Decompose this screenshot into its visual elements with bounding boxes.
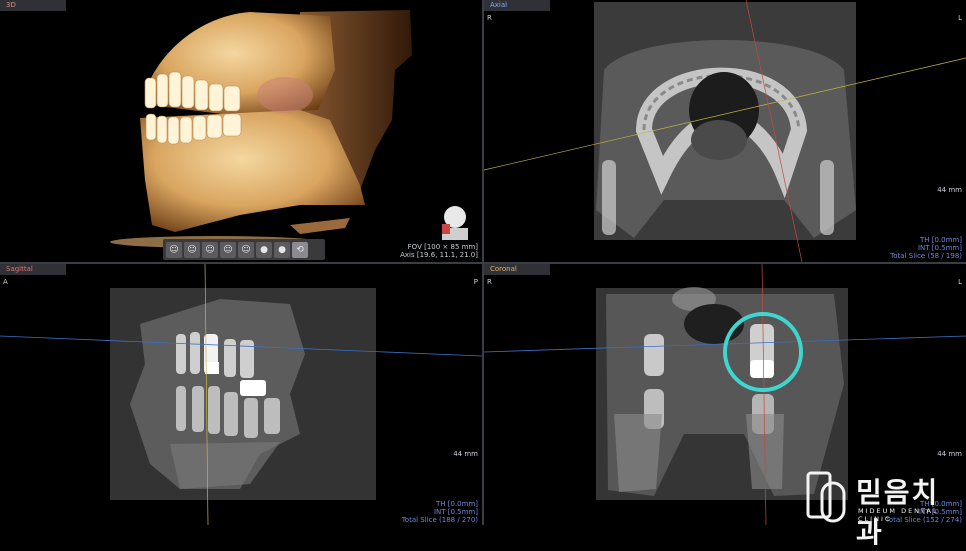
axial-th: TH [0.0mm] bbox=[920, 236, 962, 244]
face-front-left-icon[interactable]: ☺ bbox=[184, 241, 200, 258]
scale-sagittal: 44 mm bbox=[453, 450, 478, 458]
reset-view-icon[interactable]: ⟲ bbox=[292, 241, 308, 258]
face-front-right-icon[interactable]: ☺ bbox=[220, 241, 236, 258]
axial-info: TH [0.0mm] INT [0.5mm] Total Slice (58 /… bbox=[890, 236, 962, 260]
sagittal-ct-image bbox=[0, 264, 482, 525]
head-top-icon[interactable]: ● bbox=[256, 241, 272, 258]
fov-readout: FOV [100 × 85 mm] bbox=[407, 243, 478, 251]
horizontal-divider[interactable] bbox=[0, 262, 966, 264]
axial-slice: Total Slice (58 / 198) bbox=[890, 252, 962, 260]
face-front-icon[interactable]: ☺ bbox=[202, 241, 218, 258]
clinic-logo-mark-icon bbox=[806, 471, 846, 523]
face-right-icon[interactable]: ☺ bbox=[238, 241, 254, 258]
axial-int: INT [0.5mm] bbox=[917, 244, 962, 252]
clinic-logo: 믿음치과 MIDEUM DENTAL CLINIC bbox=[806, 467, 966, 549]
sagittal-int: INT [0.5mm] bbox=[433, 508, 478, 516]
skull-3d-render bbox=[110, 10, 468, 248]
axial-ct-image bbox=[484, 0, 966, 262]
axial-pane[interactable]: Axial R L 44 mm TH [0.0mm] INT [0.5mm] T… bbox=[484, 0, 966, 262]
view3d-info: FOV [100 × 85 mm] Axis [19.6, 11.1, 21.0… bbox=[400, 243, 478, 259]
scale-axial: 44 mm bbox=[937, 186, 962, 194]
head-bottom-icon[interactable]: ● bbox=[274, 241, 290, 258]
sagittal-th: TH [0.0mm] bbox=[436, 500, 478, 508]
clinic-name-english: MIDEUM DENTAL CLINIC bbox=[858, 507, 939, 523]
scale-coronal: 44 mm bbox=[937, 450, 962, 458]
axis-readout: Axis [19.6, 11.1, 21.0] bbox=[400, 251, 478, 259]
face-left-icon[interactable]: ☺ bbox=[166, 241, 182, 258]
view-3d-pane[interactable]: 3D ☺ ☺ ☺ ☺ ☺ ● ● ⟲ FOV [100 × 85 mm] Axi… bbox=[0, 0, 482, 262]
view-orientation-toolbar: ☺ ☺ ☺ ☺ ☺ ● ● ⟲ bbox=[163, 239, 325, 260]
sagittal-pane[interactable]: Sagittal A P 44 mm TH [0.0mm] INT [0.5mm… bbox=[0, 264, 482, 525]
sagittal-info: TH [0.0mm] INT [0.5mm] Total Slice (188 … bbox=[402, 500, 478, 524]
sagittal-slice: Total Slice (188 / 270) bbox=[401, 516, 478, 524]
